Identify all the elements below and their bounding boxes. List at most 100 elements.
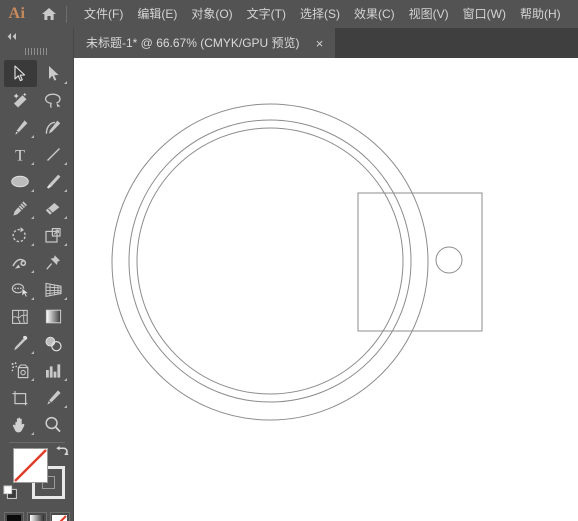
swap-arrow-icon xyxy=(56,446,69,455)
menu-file[interactable]: 文件(F) xyxy=(77,4,130,24)
perspective-grid-tool[interactable] xyxy=(37,276,70,303)
shape-builder-icon xyxy=(11,282,30,298)
direct-selection-arrow-icon xyxy=(48,66,59,81)
type-T-icon: T xyxy=(15,148,25,164)
double-chevron-left-icon xyxy=(7,32,16,40)
symbol-sprayer-icon xyxy=(11,362,28,379)
menu-window[interactable]: 窗口(W) xyxy=(456,4,513,24)
hand-icon xyxy=(12,417,25,432)
artwork-svg xyxy=(111,103,483,421)
paintbrush-tool[interactable] xyxy=(37,168,70,195)
color-mode-gradient[interactable] xyxy=(26,512,47,521)
selection-arrow-icon xyxy=(13,65,25,82)
curvature-tool[interactable] xyxy=(37,114,70,141)
illustrator-window: Ai 文件(F) 编辑(E) 对象(O) 文字(T) 选择(S) 效果(C) 视… xyxy=(0,0,578,521)
lasso-tool[interactable] xyxy=(37,87,70,114)
symbol-sprayer-tool[interactable] xyxy=(4,357,37,384)
hand-tool[interactable] xyxy=(4,411,37,438)
menu-bar: Ai 文件(F) 编辑(E) 对象(O) 文字(T) 选择(S) 效果(C) 视… xyxy=(0,0,578,28)
blend-tool[interactable] xyxy=(37,330,70,357)
flyout-indicator xyxy=(63,378,67,381)
gradient-icon xyxy=(45,309,61,324)
home-icon[interactable] xyxy=(34,0,64,28)
flyout-indicator xyxy=(30,189,34,192)
document-tab[interactable]: 未标题-1* @ 66.67% (CMYK/GPU 预览) × xyxy=(74,28,335,58)
slice-tool[interactable] xyxy=(37,384,70,411)
magic-wand-icon xyxy=(12,92,27,108)
fill-stroke-control xyxy=(0,446,74,508)
rotate-tool[interactable] xyxy=(4,222,37,249)
pencil-icon xyxy=(13,201,27,216)
menu-view[interactable]: 视图(V) xyxy=(402,4,456,24)
menu-select[interactable]: 选择(S) xyxy=(293,4,347,24)
artboard-icon xyxy=(12,391,28,406)
pen-nib-icon xyxy=(14,120,27,135)
panel-drag-handle[interactable] xyxy=(0,44,73,58)
flyout-indicator xyxy=(30,162,34,165)
menu-edit[interactable]: 编辑(E) xyxy=(130,4,184,24)
artboard-canvas[interactable] xyxy=(74,58,578,521)
outer-circle[interactable] xyxy=(111,103,429,421)
swap-fill-stroke-icon[interactable] xyxy=(53,446,69,465)
flyout-indicator xyxy=(30,351,34,354)
menu-effect[interactable]: 效果(C) xyxy=(347,4,402,24)
flyout-indicator xyxy=(30,243,34,246)
mesh-tool[interactable] xyxy=(4,303,37,330)
scale-icon xyxy=(45,228,61,243)
shape-builder-tool[interactable] xyxy=(4,276,37,303)
menu-help[interactable]: 帮助(H) xyxy=(513,4,568,24)
artboard-tool[interactable] xyxy=(4,384,37,411)
color-mode-none[interactable] xyxy=(49,512,70,521)
gradient-tool[interactable] xyxy=(37,303,70,330)
document-tab-title: 未标题-1* @ 66.67% (CMYK/GPU 预览) xyxy=(86,36,300,50)
default-fill-stroke-icon[interactable] xyxy=(3,485,18,505)
flyout-indicator xyxy=(30,216,34,219)
pen-tool[interactable] xyxy=(4,114,37,141)
width-tool[interactable] xyxy=(4,249,37,276)
curvature-pen-icon xyxy=(45,120,61,134)
type-tool[interactable]: T xyxy=(4,141,37,168)
magnifier-icon xyxy=(45,416,61,432)
eyedropper-icon xyxy=(13,335,27,351)
menu-object[interactable]: 对象(O) xyxy=(184,4,239,24)
bolt-hole-circle[interactable] xyxy=(435,246,463,274)
eyedropper-tool[interactable] xyxy=(4,330,37,357)
tool-grid: T xyxy=(0,58,73,438)
ellipse-tool[interactable] xyxy=(4,168,37,195)
slice-knife-icon xyxy=(46,390,61,405)
blend-icon xyxy=(45,336,62,351)
column-graph-tool[interactable] xyxy=(37,357,70,384)
fill-swatch[interactable] xyxy=(13,448,48,483)
svg-text:T: T xyxy=(15,148,25,164)
free-transform-tool[interactable] xyxy=(37,249,70,276)
menu-divider xyxy=(66,5,67,23)
scale-tool[interactable] xyxy=(37,222,70,249)
paintbrush-icon xyxy=(46,174,60,189)
width-icon xyxy=(11,258,26,269)
magic-wand-tool[interactable] xyxy=(4,87,37,114)
menu-type[interactable]: 文字(T) xyxy=(240,4,293,24)
selection-tool[interactable] xyxy=(3,60,37,87)
eraser-icon xyxy=(45,202,60,215)
inner-circle[interactable] xyxy=(136,127,404,395)
zoom-tool[interactable] xyxy=(37,411,70,438)
app-logo: Ai xyxy=(8,5,26,22)
close-icon[interactable]: × xyxy=(314,37,326,50)
tool-panel-divider xyxy=(8,442,65,443)
bar-chart-icon xyxy=(46,363,61,378)
flyout-indicator xyxy=(63,405,67,408)
flyout-indicator xyxy=(63,243,67,246)
eraser-tool[interactable] xyxy=(37,195,70,222)
flyout-indicator xyxy=(30,378,34,381)
middle-circle[interactable] xyxy=(128,119,412,403)
color-mode-flat[interactable] xyxy=(3,512,24,521)
flyout-indicator xyxy=(63,162,67,165)
flyout-indicator xyxy=(63,189,67,192)
collapse-panel-button[interactable] xyxy=(0,28,73,44)
shaper-pencil-tool[interactable] xyxy=(4,195,37,222)
line-segment-tool[interactable] xyxy=(37,141,70,168)
direct-selection-tool[interactable] xyxy=(37,60,70,87)
perspective-grid-icon xyxy=(44,282,62,297)
color-mode-bar xyxy=(0,512,73,521)
default-colors-icon xyxy=(3,485,17,499)
